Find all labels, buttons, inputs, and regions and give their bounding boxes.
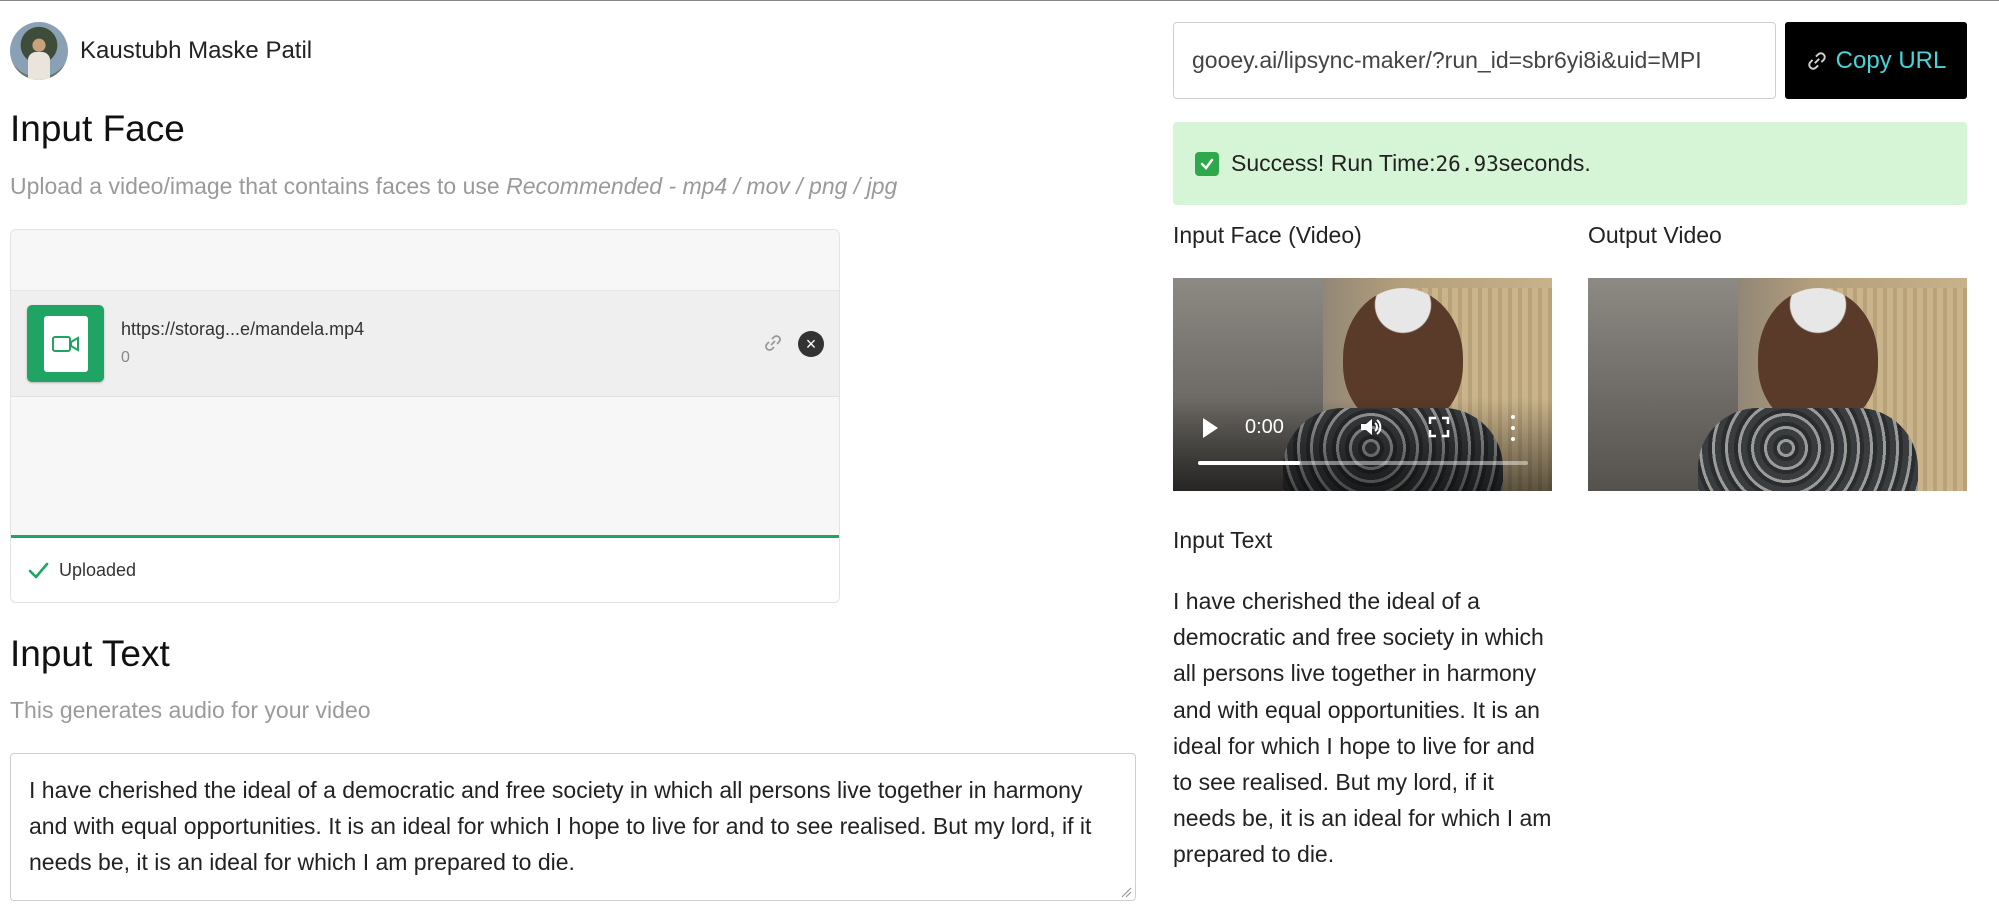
fullscreen-icon[interactable] bbox=[1428, 416, 1450, 438]
uploaded-file-row: https://storag...e/mandela.mp4 0 × bbox=[11, 291, 839, 397]
run-time-value: 26.93 bbox=[1435, 151, 1499, 176]
video-controls: 0:00 bbox=[1173, 408, 1552, 468]
play-icon[interactable] bbox=[1203, 418, 1218, 438]
avatar[interactable] bbox=[10, 22, 68, 80]
check-mark-icon bbox=[1195, 151, 1219, 176]
input-face-title: Input Face bbox=[10, 108, 185, 149]
video-frame-face bbox=[1758, 288, 1878, 428]
top-border bbox=[0, 0, 1999, 1]
input-text-textarea[interactable]: I have cherished the ideal of a democrat… bbox=[10, 753, 1136, 901]
output-video-player[interactable] bbox=[1588, 278, 1967, 491]
uploader-header bbox=[11, 230, 839, 291]
input-face-video-label: Input Face (Video) bbox=[1173, 222, 1362, 248]
input-text-output-label: Input Text bbox=[1173, 527, 1273, 553]
success-prefix: Success! Run Time: bbox=[1231, 150, 1436, 176]
copy-url-button[interactable]: Copy URL bbox=[1785, 22, 1967, 99]
file-uploader[interactable]: https://storag...e/mandela.mp4 0 × Uploa… bbox=[10, 229, 840, 603]
output-video-label: Output Video bbox=[1588, 222, 1722, 248]
more-options-icon[interactable] bbox=[1509, 415, 1517, 441]
copy-url-label: Copy URL bbox=[1835, 46, 1947, 74]
link-icon bbox=[1807, 51, 1826, 70]
input-face-description-hint: Recommended - mp4 / mov / png / jpg bbox=[506, 173, 898, 199]
author-name[interactable]: Kaustubh Maske Patil bbox=[80, 37, 312, 65]
success-banner: Success! Run Time: 26.93 seconds. bbox=[1173, 122, 1967, 205]
input-text-title: Input Text bbox=[10, 633, 170, 674]
share-url-field[interactable]: gooey.ai/lipsync-maker/?run_id=sbr6yi8i&… bbox=[1173, 22, 1776, 99]
video-progress-track[interactable] bbox=[1198, 461, 1528, 465]
video-progress-fill bbox=[1198, 461, 1301, 465]
input-face-description: Upload a video/image that contains faces… bbox=[10, 173, 897, 200]
check-icon bbox=[28, 562, 49, 579]
input-face-video-player[interactable]: 0:00 bbox=[1173, 278, 1552, 491]
video-time: 0:00 bbox=[1245, 416, 1284, 438]
remove-file-icon[interactable]: × bbox=[798, 331, 824, 357]
input-text-output-value: I have cherished the ideal of a democrat… bbox=[1173, 588, 1552, 868]
author-header: Kaustubh Maske Patil bbox=[10, 22, 312, 80]
video-file-thumbnail bbox=[27, 305, 104, 382]
video-camera-icon bbox=[51, 335, 79, 352]
input-text-description: This generates audio for your video bbox=[10, 697, 371, 723]
link-icon[interactable] bbox=[763, 333, 783, 353]
success-suffix: seconds. bbox=[1498, 150, 1591, 176]
upload-status-label: Uploaded bbox=[59, 559, 137, 580]
volume-icon[interactable] bbox=[1358, 414, 1384, 440]
file-size: 0 bbox=[121, 349, 130, 366]
resize-grip-icon[interactable] bbox=[1120, 886, 1132, 898]
input-face-description-text: Upload a video/image that contains faces… bbox=[10, 173, 500, 199]
file-name: https://storag...e/mandela.mp4 bbox=[121, 319, 365, 339]
upload-status: Uploaded bbox=[11, 538, 839, 602]
